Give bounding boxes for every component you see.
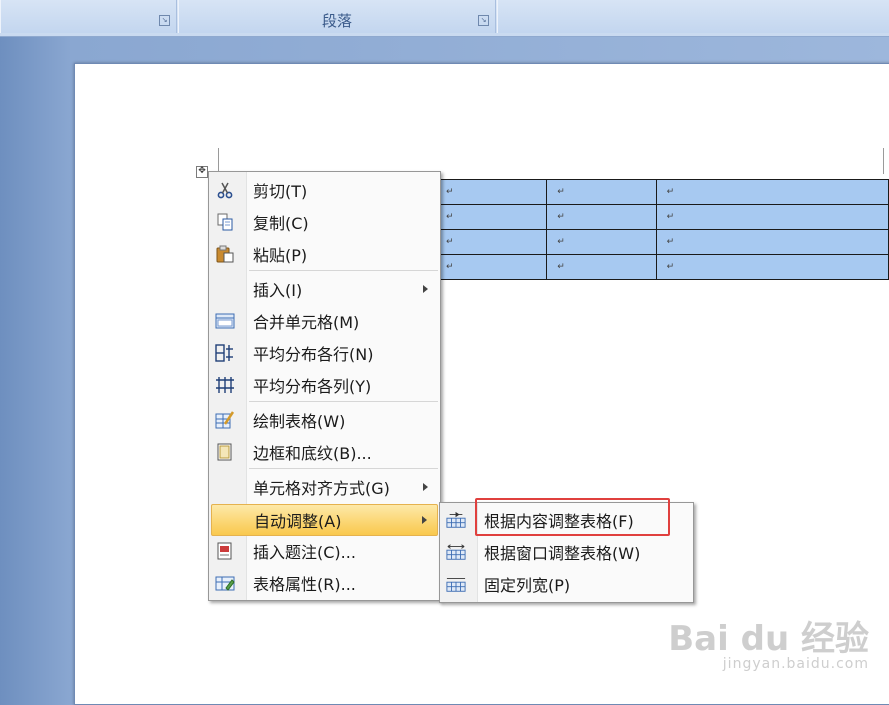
menu-separator [249,468,438,469]
menu-item-draw-table[interactable]: 绘制表格(W) [211,405,438,435]
menu-item-insert-caption[interactable]: 插入题注(C)... [211,536,438,566]
distribute-rows-icon [215,344,233,362]
submenu-arrow-icon [423,483,428,491]
menu-item-paste[interactable]: 粘贴(P) [211,239,438,269]
table-cell[interactable]: ↵ [546,204,657,230]
distribute-columns-icon [216,377,234,393]
fixed-column-width-icon [446,578,466,592]
menu-item-cut[interactable]: 剪切(T) [211,175,438,205]
table-cell[interactable]: ↵ [655,204,889,230]
menu-item-label: 绘制表格(W) [253,412,346,431]
table-cell[interactable]: ↵ [434,254,548,280]
watermark-logo: Bai du 经验 jingyan.baidu.com [668,611,869,672]
menu-item-distribute-rows[interactable]: 平均分布各行(N) [211,338,438,368]
draw-table-icon [215,411,235,429]
menu-item-autofit[interactable]: 自动调整(A) [211,504,438,536]
submenu-arrow-icon [422,516,427,524]
document-table[interactable]: ↵ ↵ ↵ ↵ ↵ ↵ ↵ ↵ ↵ ↵ ↵ ↵ [434,179,889,280]
menu-item-label: 表格属性(R)... [253,575,356,594]
insert-caption-icon [217,542,232,560]
autofit-contents-icon [446,511,466,528]
menu-item-distribute-columns[interactable]: 平均分布各列(Y) [211,370,438,400]
menu-item-fit-window[interactable]: 根据窗口调整表格(W) [442,537,691,567]
table-cell[interactable]: ↵ [546,229,657,255]
menu-separator [249,401,438,402]
menu-item-label: 固定列宽(P) [484,576,571,595]
menu-item-label: 单元格对齐方式(G) [253,479,390,498]
document-page[interactable] [74,63,889,705]
watermark-brand: Bai du 经验 [668,619,869,659]
table-row: ↵ ↵ ↵ [434,204,889,230]
paragraph-group-label: 段落 [321,12,352,30]
menu-item-table-properties[interactable]: 表格属性(R)... [211,568,438,598]
ribbon-group-styles [497,0,889,33]
ribbon-group-paragraph: 段落 ↘ [178,0,496,33]
menu-item-insert[interactable]: 插入(I) [211,274,438,304]
paragraph-dialog-launcher-icon[interactable]: ↘ [478,15,489,26]
table-cell[interactable]: ↵ [546,254,657,280]
margin-mark [883,148,884,174]
table-row: ↵ ↵ ↵ [434,179,889,205]
ribbon: ↘ 段落 ↘ [0,0,889,37]
menu-item-label: 剪切(T) [253,182,308,201]
menu-item-label: 复制(C) [253,214,309,233]
menu-item-fixed-width[interactable]: 固定列宽(P) [442,569,691,599]
menu-item-merge-cells[interactable]: 合并单元格(M) [211,306,438,336]
table-cell[interactable]: ↵ [434,204,548,230]
table-row: ↵ ↵ ↵ [434,229,889,255]
ribbon-group-font: ↘ [0,0,177,33]
borders-shading-icon [217,443,232,461]
submenu-arrow-icon [423,285,428,293]
menu-item-label: 边框和底纹(B)... [253,444,372,463]
scissors-icon [217,182,233,199]
copy-icon [217,213,233,231]
margin-mark [218,148,219,172]
table-cell[interactable]: ↵ [655,254,889,280]
menu-item-label: 插入题注(C)... [253,543,356,562]
menu-item-copy[interactable]: 复制(C) [211,207,438,237]
table-cell[interactable]: ↵ [434,229,548,255]
table-cell[interactable]: ↵ [546,179,657,205]
paste-icon [216,245,234,263]
menu-item-label: 合并单元格(M) [253,313,360,332]
font-dialog-launcher-icon[interactable]: ↘ [159,15,170,26]
menu-item-label: 平均分布各行(N) [253,345,374,364]
autofit-window-icon [446,544,466,560]
menu-item-label: 粘贴(P) [253,246,308,265]
menu-item-borders-shading[interactable]: 边框和底纹(B)... [211,437,438,467]
menu-separator [249,270,438,271]
table-row: ↵ ↵ ↵ [434,254,889,280]
table-cell[interactable]: ↵ [655,179,889,205]
menu-item-label: 插入(I) [253,281,303,300]
merge-cells-icon [215,313,235,329]
menu-item-label: 平均分布各列(Y) [253,377,372,396]
table-move-handle-icon[interactable]: ✥ [196,166,208,178]
table-cell[interactable]: ↵ [434,179,548,205]
table-cell[interactable]: ↵ [655,229,889,255]
table-context-menu: 剪切(T) 复制(C) 粘贴(P) 插入(I) 合并单元格(M) 平均分布各行(… [208,171,441,601]
menu-item-label: 自动调整(A) [254,512,342,531]
menu-item-label: 根据窗口调整表格(W) [484,544,641,563]
table-properties-icon [215,576,235,591]
highlight-callout-box [475,498,670,536]
menu-item-cell-alignment[interactable]: 单元格对齐方式(G) [211,472,438,502]
